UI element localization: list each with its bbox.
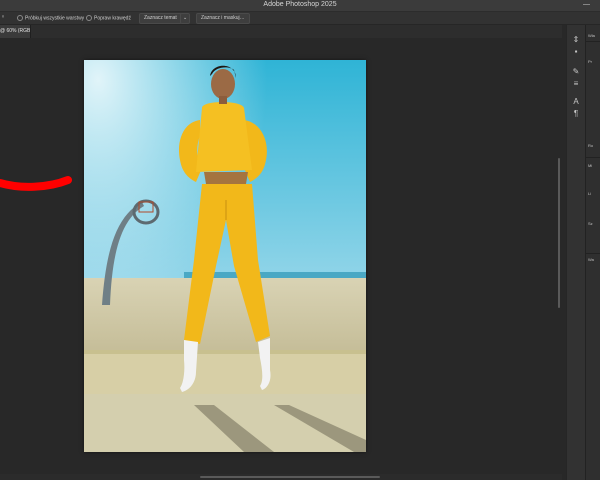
- select-and-mask-button[interactable]: Zaznacz i maskuj…: [196, 13, 250, 24]
- panel-label-6[interactable]: Sz: [588, 221, 593, 226]
- type-icon[interactable]: A: [571, 97, 581, 107]
- minimize-button[interactable]: —: [583, 1, 590, 8]
- panel-label-2[interactable]: Pr: [588, 59, 592, 64]
- hard-edge-radio[interactable]: [86, 15, 92, 21]
- properties-panels: Wła Pr Ro Mi Li Sz Wa: [585, 25, 600, 480]
- paragraph-icon[interactable]: ¶: [571, 109, 581, 119]
- document-image[interactable]: [84, 60, 366, 452]
- panel-divider: [586, 253, 600, 254]
- app-title: Adobe Photoshop 2025: [263, 1, 337, 8]
- brush-icon[interactable]: ✎: [571, 67, 581, 77]
- panel-label-5[interactable]: Li: [588, 191, 591, 196]
- panel-divider: [586, 157, 600, 158]
- horizontal-scroll-thumb[interactable]: [200, 476, 380, 478]
- document-tab[interactable]: @ 60% (RGB/8) *: [0, 25, 31, 38]
- panel-label-7[interactable]: Wa: [588, 257, 594, 262]
- hard-edge-label: Popraw krawędź: [94, 15, 131, 22]
- vertical-scroll-thumb[interactable]: [558, 158, 560, 308]
- options-partial-icon[interactable]: ⁰: [2, 15, 4, 21]
- sample-all-layers-label: Próbkuj wszystkie warstwy: [25, 15, 85, 22]
- document-tab-bar: @ 60% (RGB/8) *: [0, 25, 562, 38]
- canvas-area[interactable]: [0, 38, 562, 474]
- options-bar: ⁰ Próbkuj wszystkie warstwy Popraw krawę…: [0, 12, 600, 25]
- adjust-icon[interactable]: ≡: [571, 79, 581, 89]
- title-bar: Adobe Photoshop 2025 —: [0, 0, 600, 12]
- panel-divider: [586, 41, 600, 42]
- horizontal-scrollbar[interactable]: [0, 474, 562, 480]
- sample-all-layers-radio[interactable]: [17, 15, 23, 21]
- chevron-down-icon: ⌄: [183, 15, 188, 21]
- panel-tool-strip: ⇕ ▪ ✎ ≡ A ¶: [566, 25, 585, 480]
- vertical-scrollbar[interactable]: [556, 38, 562, 474]
- hard-edge-option[interactable]: Popraw krawędź: [86, 15, 131, 21]
- panel-label-1[interactable]: Wła: [588, 33, 595, 38]
- panel-label-4[interactable]: Mi: [588, 163, 592, 168]
- select-subject-dropdown[interactable]: ⌄: [180, 13, 191, 24]
- chat-icon[interactable]: ▪: [571, 47, 581, 57]
- select-subject-button[interactable]: Zaznacz temat: [139, 13, 182, 24]
- panel-label-3: Ro: [588, 143, 594, 148]
- move-icon[interactable]: ⇕: [571, 35, 581, 45]
- sample-all-layers-option[interactable]: Próbkuj wszystkie warstwy: [17, 15, 84, 21]
- red-brush-stroke: [0, 176, 72, 191]
- photo-illustration: [84, 60, 366, 452]
